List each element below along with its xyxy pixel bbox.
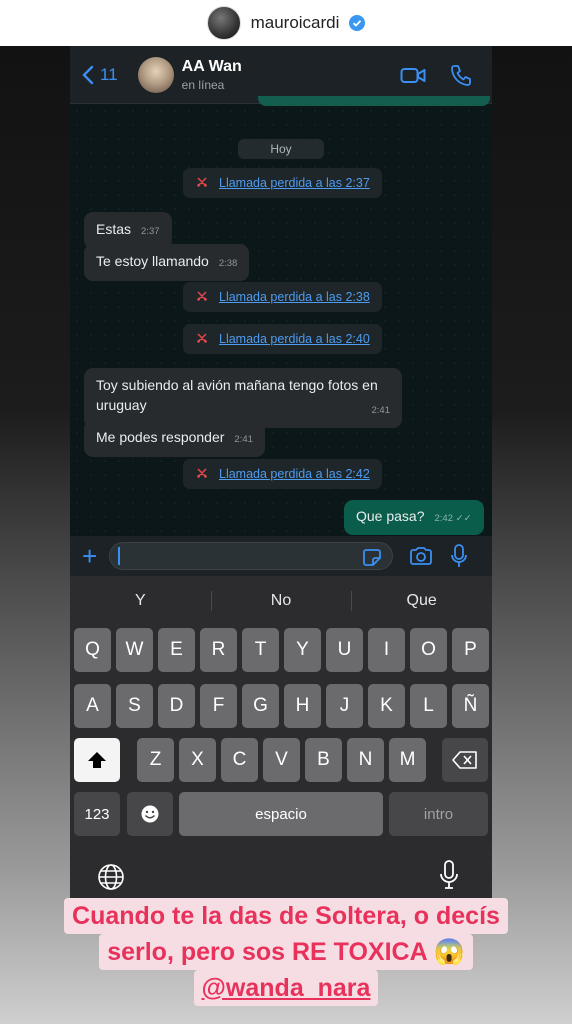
missed-call-icon <box>197 468 207 478</box>
text-caret <box>118 547 121 565</box>
missed-call-icon <box>197 333 207 343</box>
incoming-message[interactable]: Toy subiendo al avión mañana tengo fotos… <box>84 368 402 428</box>
shift-key[interactable] <box>74 738 120 782</box>
contact-status: en línea <box>181 77 225 92</box>
key[interactable]: S <box>116 684 153 728</box>
key[interactable]: D <box>158 684 195 728</box>
story-username[interactable]: mauroicardi <box>251 13 340 33</box>
key[interactable]: Q <box>74 628 111 672</box>
key[interactable]: I <box>368 628 405 672</box>
emoji-icon <box>141 805 159 823</box>
message-input-bar: + <box>70 536 492 576</box>
key[interactable]: H <box>284 684 321 728</box>
space-key[interactable]: espacio <box>179 792 383 836</box>
mention-link[interactable]: @wanda_nara <box>193 970 379 1006</box>
missed-call-icon <box>197 291 207 301</box>
verified-badge-icon <box>349 15 366 31</box>
key[interactable]: Z <box>137 738 174 782</box>
missed-call-text: Llamada perdida a las 2:38 <box>219 290 370 304</box>
attach-plus-icon[interactable]: + <box>82 543 97 569</box>
keyboard: Y No Que Q W E R T Y U I O P A S D F G H… <box>70 576 492 902</box>
message-time: 2:41 <box>234 434 253 445</box>
caption-line-1: Cuando te la das de Soltera, o decís <box>64 898 508 934</box>
suggestion-item[interactable]: Y <box>70 586 211 616</box>
message-time: 2:41 <box>371 405 391 416</box>
missed-call-notice[interactable]: Llamada perdida a las 2:40 <box>183 324 382 354</box>
microphone-icon[interactable] <box>451 544 468 568</box>
phone-screenshot: 11 AA Wan en línea Hoy Llamada perdida a… <box>70 46 492 902</box>
previous-message-bubble <box>258 96 490 106</box>
return-key[interactable]: intro <box>389 792 488 836</box>
message-text: Toy subiendo al avión mañana tengo fotos… <box>96 377 378 413</box>
message-time: 2:42 <box>434 513 454 524</box>
missed-call-notice[interactable]: Llamada perdida a las 2:38 <box>183 282 382 312</box>
suggestion-item[interactable]: Que <box>351 586 492 616</box>
key[interactable]: V <box>263 738 300 782</box>
key[interactable]: Ñ <box>452 684 489 728</box>
phone-call-icon[interactable] <box>448 64 474 86</box>
suggestion-bar: Y No Que <box>70 586 492 616</box>
key[interactable]: X <box>179 738 216 782</box>
sticker-icon[interactable] <box>362 547 382 567</box>
key[interactable]: R <box>200 628 237 672</box>
key[interactable]: F <box>200 684 237 728</box>
emoji-key[interactable] <box>127 792 173 836</box>
key[interactable]: J <box>326 684 363 728</box>
back-button[interactable]: 11 <box>82 65 118 85</box>
message-text: Estas <box>96 221 132 237</box>
story-caption: Cuando te la das de Soltera, o decís ser… <box>0 898 572 1006</box>
key[interactable]: P <box>452 628 489 672</box>
key[interactable]: W <box>116 628 153 672</box>
message-input[interactable] <box>109 542 394 570</box>
missed-call-icon <box>197 177 207 187</box>
key[interactable]: U <box>326 628 363 672</box>
key[interactable]: N <box>347 738 384 782</box>
key[interactable]: A <box>74 684 111 728</box>
contact-avatar[interactable] <box>137 56 174 93</box>
message-text: Te estoy llamando <box>96 253 209 269</box>
key[interactable]: E <box>158 628 195 672</box>
missed-call-notice[interactable]: Llamada perdida a las 2:37 <box>183 168 382 198</box>
chat-area: Hoy Llamada perdida a las 2:37 Estas 2:37… <box>70 96 492 536</box>
message-text: Me podes responder <box>96 429 225 445</box>
shift-icon <box>88 752 106 768</box>
unread-count: 11 <box>100 64 118 84</box>
numbers-key[interactable]: 123 <box>74 792 120 836</box>
contact-name: AA Wan <box>181 57 242 75</box>
missed-call-text: Llamada perdida a las 2:37 <box>219 176 370 190</box>
key[interactable]: K <box>368 684 405 728</box>
missed-call-text: Llamada perdida a las 2:40 <box>219 332 370 346</box>
date-separator: Hoy <box>238 139 324 159</box>
key[interactable]: Y <box>284 628 321 672</box>
key[interactable]: T <box>242 628 279 672</box>
delete-icon <box>452 751 477 769</box>
read-receipt-icon: ✓✓ <box>453 513 472 524</box>
key[interactable]: L <box>410 684 447 728</box>
globe-icon[interactable] <box>97 863 125 891</box>
suggestion-item[interactable]: No <box>210 586 352 616</box>
camera-icon[interactable] <box>409 546 433 566</box>
key[interactable]: G <box>242 684 279 728</box>
key[interactable]: B <box>305 738 342 782</box>
key[interactable]: C <box>221 738 258 782</box>
key[interactable]: M <box>389 738 426 782</box>
message-text: Que pasa? <box>356 508 425 524</box>
caption-line-2: serlo, pero sos RE TOXICA 😱 <box>99 934 473 970</box>
incoming-message[interactable]: Te estoy llamando 2:38 <box>84 244 250 281</box>
contact-info[interactable]: AA Wan en línea <box>182 58 242 92</box>
incoming-message[interactable]: Me podes responder 2:41 <box>84 420 265 457</box>
missed-call-notice[interactable]: Llamada perdida a las 2:42 <box>183 459 382 489</box>
key[interactable]: O <box>410 628 447 672</box>
chevron-left-icon <box>82 65 94 84</box>
delete-key[interactable] <box>442 738 488 782</box>
video-call-icon[interactable] <box>400 64 426 86</box>
outgoing-message[interactable]: Que pasa? 2:42 ✓✓ <box>344 500 484 535</box>
dictation-mic-icon[interactable] <box>439 860 459 890</box>
message-time: 2:37 <box>141 226 160 237</box>
story-header: mauroicardi <box>0 0 572 46</box>
missed-call-text: Llamada perdida a las 2:42 <box>219 467 370 481</box>
profile-avatar[interactable] <box>206 6 241 40</box>
message-time: 2:38 <box>218 258 238 269</box>
